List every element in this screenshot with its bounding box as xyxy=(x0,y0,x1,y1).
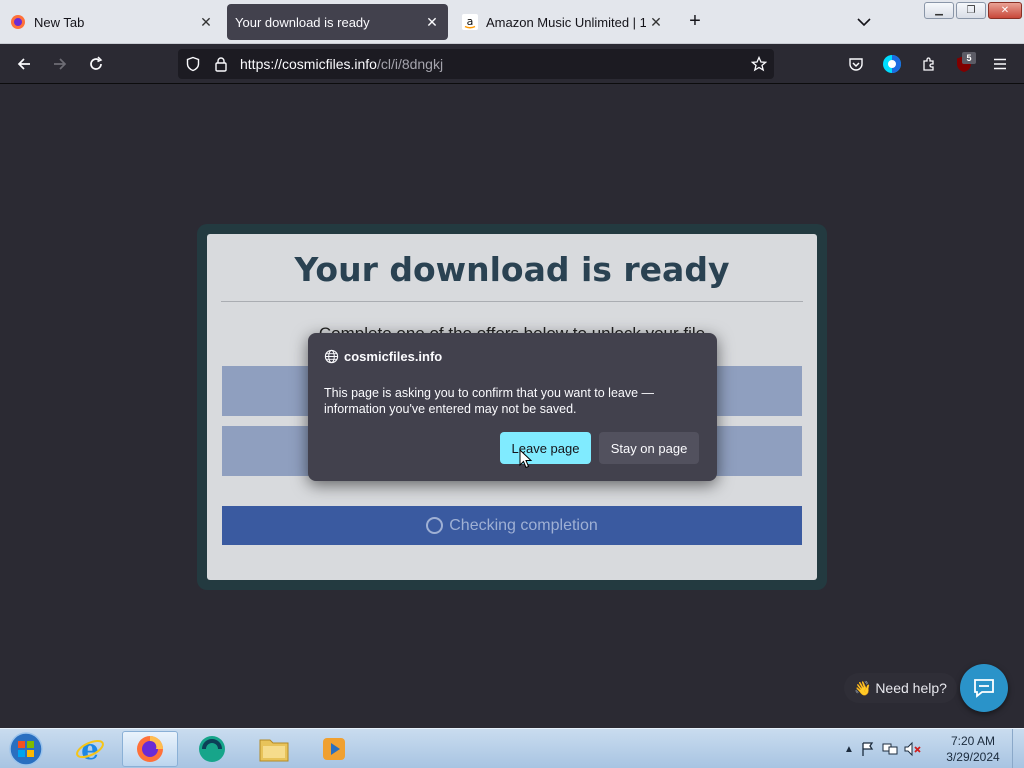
minimize-button[interactable]: ▁ xyxy=(924,2,954,19)
mouse-cursor-icon xyxy=(519,449,533,469)
amazon-icon: a xyxy=(462,14,478,30)
page-title: Your download is ready xyxy=(294,250,730,289)
leave-page-dialog: cosmicfiles.info This page is asking you… xyxy=(308,333,717,481)
green-app-icon xyxy=(199,736,225,762)
stay-on-page-button[interactable]: Stay on page xyxy=(599,432,699,464)
close-window-button[interactable]: ✕ xyxy=(988,2,1022,19)
taskbar-clock[interactable]: 7:20 AM 3/29/2024 xyxy=(944,733,1002,765)
menu-hamburger-icon[interactable] xyxy=(988,52,1012,76)
restore-button[interactable]: ❐ xyxy=(956,2,986,19)
tab-title: Your download is ready xyxy=(235,14,370,30)
back-icon[interactable] xyxy=(12,52,36,76)
start-button[interactable] xyxy=(0,731,52,767)
network-icon[interactable] xyxy=(882,741,898,757)
windows-start-icon xyxy=(9,732,43,766)
url-text[interactable]: https://cosmicfiles.info/cl/i/8dngkj xyxy=(240,56,443,72)
close-tab-icon[interactable]: ✕ xyxy=(196,12,216,32)
extensions-puzzle-icon[interactable] xyxy=(917,52,941,76)
lock-icon[interactable] xyxy=(213,56,229,72)
clock-time: 7:20 AM xyxy=(950,734,996,748)
tab-title: New Tab xyxy=(34,14,85,30)
dialog-message: This page is asking you to confirm that … xyxy=(324,386,655,416)
reload-icon[interactable] xyxy=(84,52,108,76)
dialog-header: cosmicfiles.info xyxy=(324,349,442,364)
svg-text:a: a xyxy=(467,15,474,28)
account-avatar-icon[interactable] xyxy=(880,52,904,76)
firefox-icon xyxy=(137,736,163,762)
taskbar-firefox[interactable] xyxy=(122,731,178,767)
close-tab-icon[interactable]: ✕ xyxy=(646,12,666,32)
taskbar: e ▲ 7:20 AM 3/29/2024 xyxy=(0,728,1024,768)
bookmark-star-icon[interactable] xyxy=(751,56,767,72)
chat-bubble-icon xyxy=(974,679,994,698)
tracking-protection-shield-icon[interactable] xyxy=(185,56,201,72)
dialog-site: cosmicfiles.info xyxy=(344,349,443,364)
url-host: https://cosmicfiles.info xyxy=(240,56,377,72)
checking-completion-label: Checking completion xyxy=(449,516,598,534)
svg-text:e: e xyxy=(81,734,99,764)
show-hidden-icons-icon[interactable]: ▲ xyxy=(844,744,854,755)
url-bar[interactable]: https://cosmicfiles.info/cl/i/8dngkj xyxy=(178,49,774,79)
forward-icon[interactable] xyxy=(48,52,72,76)
clock-date: 3/29/2024 xyxy=(946,750,1000,764)
spinner-icon xyxy=(426,517,444,534)
globe-icon xyxy=(324,349,339,364)
firefox-icon xyxy=(11,15,25,29)
extension-badge-count: 5 xyxy=(962,52,976,64)
tab-title: Amazon Music Unlimited | 100 xyxy=(486,14,646,30)
window-controls: ▁ ❐ ✕ xyxy=(924,2,1022,19)
pocket-icon[interactable] xyxy=(844,52,868,76)
close-tab-icon[interactable]: ✕ xyxy=(422,12,442,32)
volume-muted-icon[interactable] xyxy=(904,741,922,757)
media-player-icon xyxy=(323,738,345,760)
taskbar-internet-explorer[interactable]: e xyxy=(62,731,118,767)
new-tab-button[interactable]: + xyxy=(684,10,706,32)
list-all-tabs-icon[interactable] xyxy=(854,12,874,32)
tab-new-tab[interactable]: New Tab ✕ xyxy=(0,4,222,40)
need-help-label[interactable]: 👋 Need help? xyxy=(844,673,957,703)
show-desktop-button[interactable] xyxy=(1012,729,1024,768)
system-tray: ▲ xyxy=(844,729,922,768)
tab-strip: New Tab ✕ Your download is ready ✕ a Ama… xyxy=(0,0,1024,44)
action-center-flag-icon[interactable] xyxy=(860,741,876,757)
chat-open-button[interactable] xyxy=(960,664,1008,712)
url-path: /cl/i/8dngkj xyxy=(376,56,444,72)
folder-icon xyxy=(259,739,289,762)
taskbar-media-player[interactable] xyxy=(306,731,362,767)
tab-download-ready[interactable]: Your download is ready ✕ xyxy=(227,4,448,40)
navigation-toolbar: https://cosmicfiles.info/cl/i/8dngkj 5 xyxy=(0,44,1024,84)
taskbar-file-explorer[interactable] xyxy=(246,731,302,767)
divider xyxy=(221,301,803,302)
internet-explorer-icon: e xyxy=(76,734,104,764)
taskbar-app-green[interactable] xyxy=(184,731,240,767)
checking-completion-button[interactable]: Checking completion xyxy=(222,506,802,545)
tab-amazon-music[interactable]: a Amazon Music Unlimited | 100 ✕ xyxy=(452,4,672,40)
leave-page-button[interactable]: Leave page xyxy=(500,432,591,464)
